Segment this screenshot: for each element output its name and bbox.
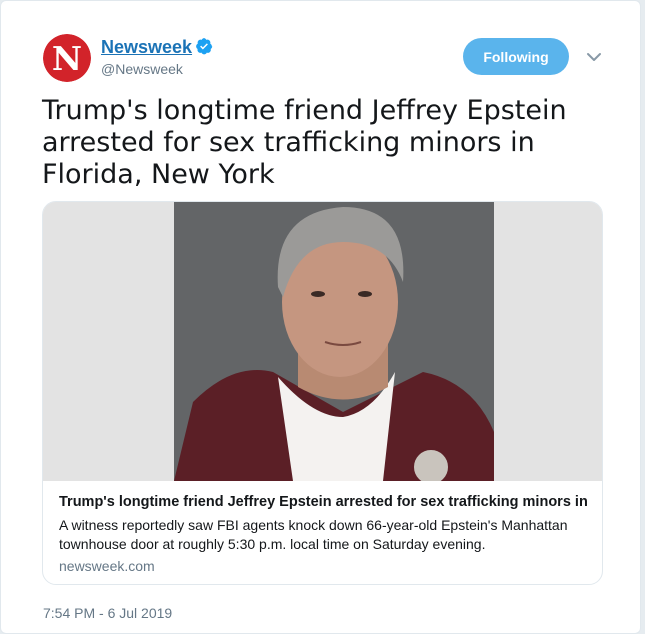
verified-badge-icon — [196, 38, 213, 55]
newsweek-logo-icon: N — [43, 34, 91, 82]
card-description: A witness reportedly saw FBI agents knoc… — [59, 517, 568, 552]
tweet-card: N Newsweek @Newsweek Following Trump's l… — [0, 0, 641, 634]
author-name[interactable]: Newsweek — [101, 37, 192, 58]
card-image[interactable] — [43, 202, 602, 486]
following-button[interactable]: Following — [463, 38, 569, 75]
tweet-timestamp[interactable]: 7:54 PM - 6 Jul 2019 — [43, 605, 172, 621]
card-photo — [43, 202, 602, 486]
link-preview-card[interactable]: Trump's longtime friend Jeffrey Epstein … — [42, 201, 603, 585]
tweet-text: Trump's longtime friend Jeffrey Epstein … — [42, 95, 567, 190]
avatar-letter: N — [52, 39, 82, 78]
card-domain: newsweek.com — [59, 558, 155, 574]
card-title: Trump's longtime friend Jeffrey Epstein … — [59, 494, 589, 510]
avatar[interactable]: N — [43, 34, 91, 82]
author-handle[interactable]: @Newsweek — [101, 61, 183, 77]
chevron-down-icon[interactable] — [583, 48, 605, 66]
